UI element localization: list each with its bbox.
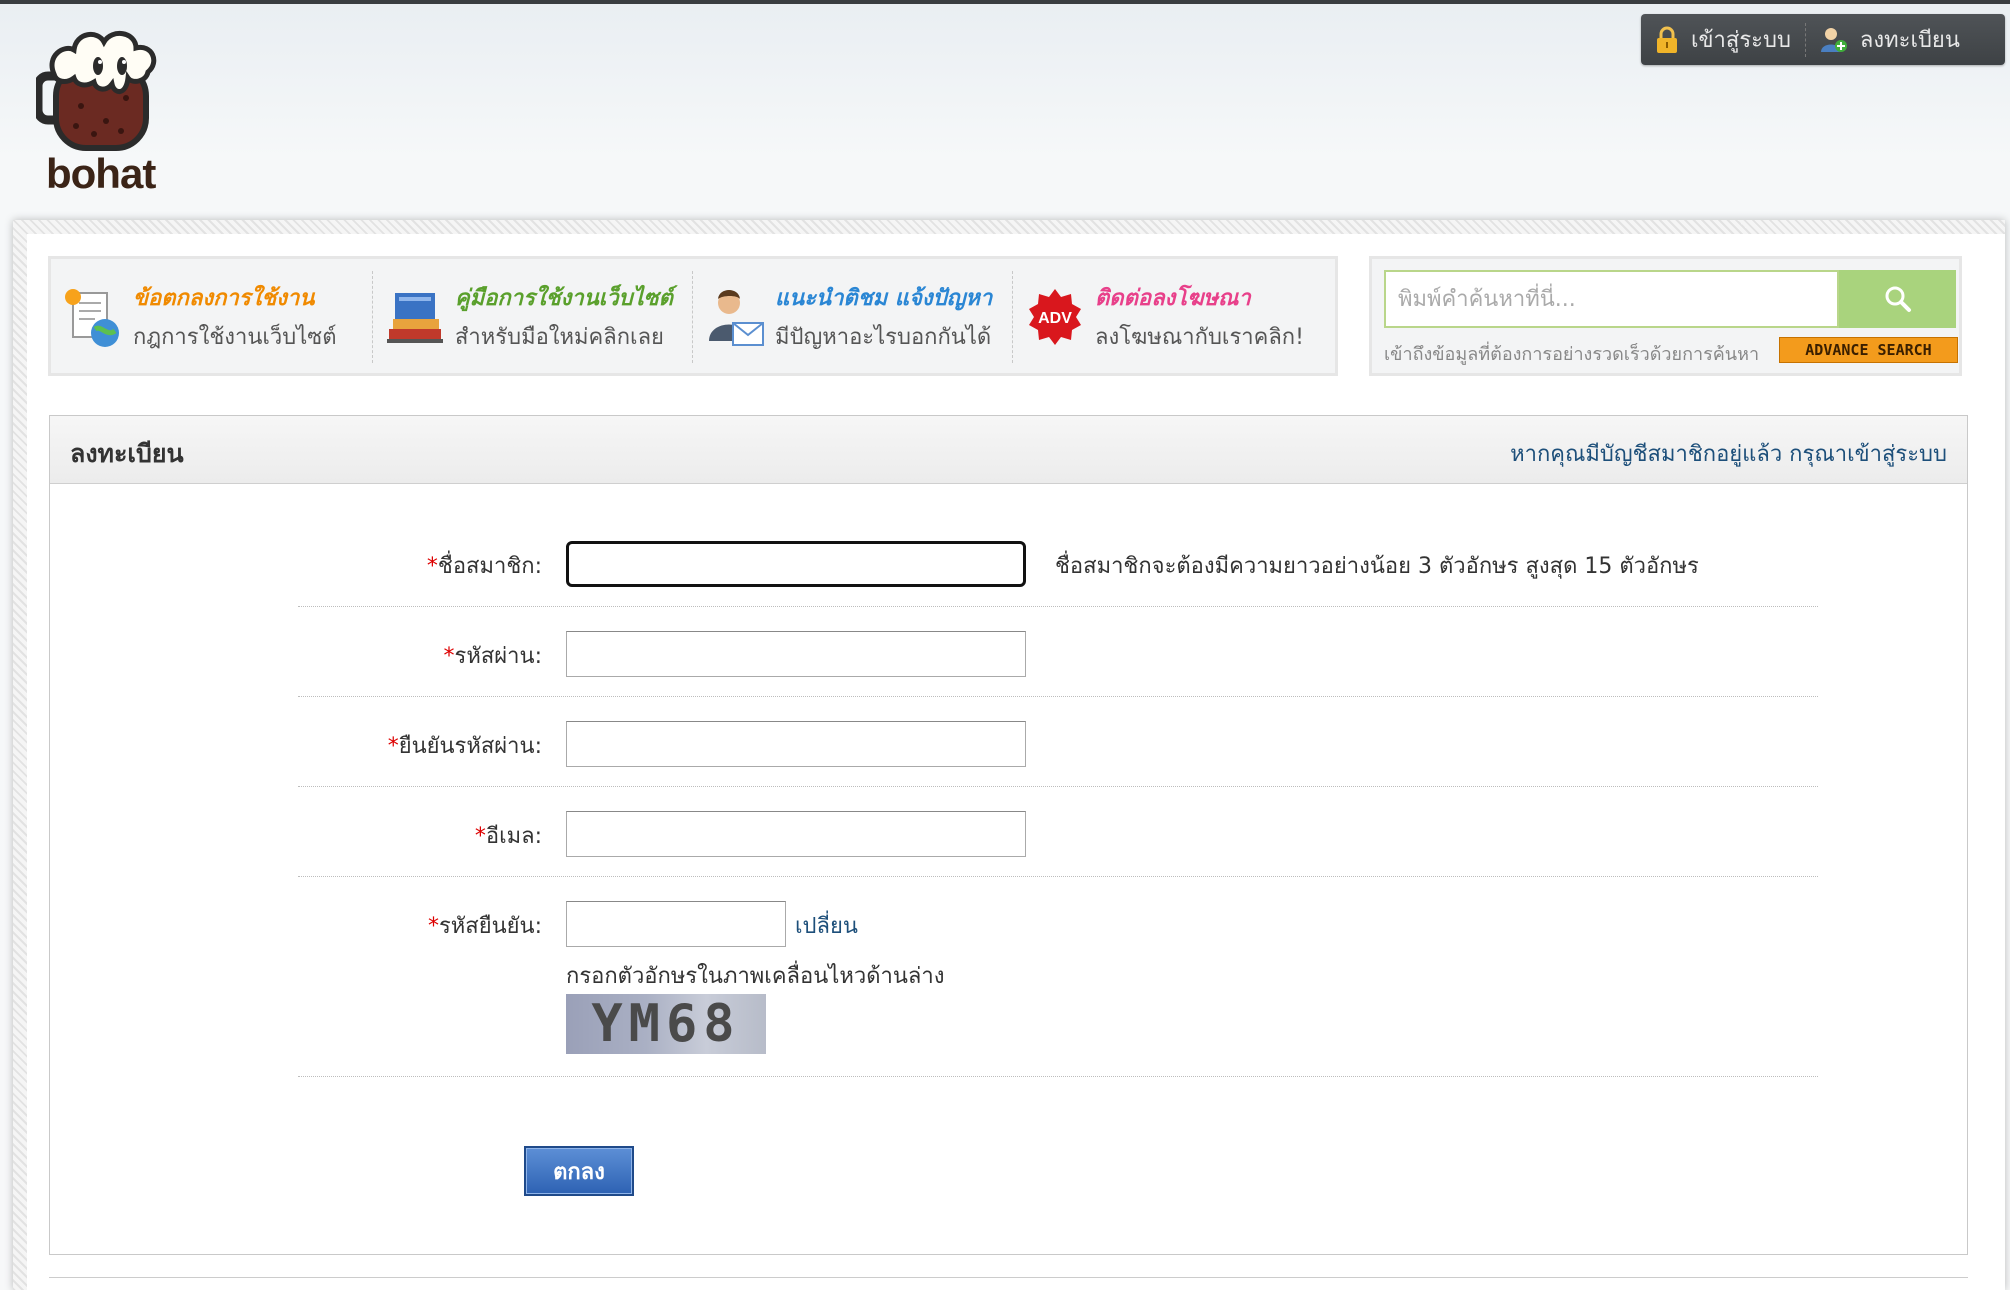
- user-bar: เข้าสู่ระบบ ลงทะเบียน: [1641, 14, 2005, 65]
- document-globe-icon: [65, 289, 119, 347]
- add-user-icon: [1820, 27, 1847, 52]
- logo-wordmark: bohat: [46, 150, 156, 197]
- required-mark: *: [427, 914, 439, 939]
- required-mark: *: [474, 824, 486, 849]
- username-input[interactable]: [566, 541, 1026, 587]
- nav-divider: [372, 271, 373, 363]
- bohat-logo[interactable]: bohat: [33, 26, 176, 197]
- login-button[interactable]: เข้าสู่ระบบ: [1641, 14, 1805, 65]
- search-help-text: เข้าถึงข้อมูลที่ต้องการอย่างรวดเร็วด้วยก…: [1384, 344, 1760, 365]
- nav-terms-title: ข้อตกลงการใช้งาน: [133, 286, 315, 311]
- captcha-image: YM68: [566, 994, 766, 1054]
- username-hint: ชื่อสมาชิกจะต้องมีความยาวอย่างน้อย 3 ตัว…: [1055, 554, 1699, 579]
- captcha-row: *รหัสยืนยัน: เปลี่ยน กรอกตัวอักษรในภาพเค…: [298, 876, 1818, 1077]
- nav-advertise-subtitle: ลงโฆษณากับเราคลิก!: [1095, 325, 1304, 350]
- password-input[interactable]: [566, 631, 1026, 677]
- nav-guide-subtitle: สำหรับมือใหม่คลิกเลย: [455, 325, 664, 350]
- nav-feedback-title: แนะนำติชม แจ้งปัญหา: [775, 286, 993, 311]
- login-label: เข้าสู่ระบบ: [1691, 28, 1791, 53]
- search-button[interactable]: [1839, 270, 1956, 328]
- password-label: *รหัสผ่าน:: [443, 644, 542, 669]
- panel-header: ลงทะเบียน หากคุณมีบัญชีสมาชิกอยู่แล้ว กร…: [50, 416, 1967, 484]
- page-title: ลงทะเบียน: [70, 439, 184, 468]
- captcha-label: *รหัสยืนยัน:: [427, 914, 542, 939]
- nav-feedback-subtitle: มีปัญหาอะไรบอกกันได้: [775, 325, 992, 350]
- nav-shortcuts: ข้อตกลงการใช้งาน กฎการใช้งานเว็บไซต์ คู่…: [48, 256, 1338, 376]
- books-icon: [387, 293, 443, 343]
- register-label: ลงทะเบียน: [1859, 28, 1960, 53]
- support-mail-icon: [709, 290, 764, 346]
- nav-advertise[interactable]: ADV ติดต่อลงโฆษณา ลงโฆษณากับเราคลิก!: [1025, 269, 1304, 365]
- nav-feedback[interactable]: แนะนำติชม แจ้งปัญหา มีปัญหาอะไรบอกกันได้: [705, 269, 992, 365]
- adv-badge-icon: ADV: [1029, 289, 1081, 345]
- search-box: เข้าถึงข้อมูลที่ต้องการอย่างรวดเร็วด้วยก…: [1369, 256, 1962, 376]
- nav-guide-title: คู่มือการใช้งานเว็บไซต์: [455, 286, 673, 311]
- password-row: *รหัสผ่าน:: [298, 606, 1818, 697]
- search-input[interactable]: [1384, 270, 1839, 328]
- beer-mug-icon: [33, 31, 157, 151]
- username-label: *ชื่อสมาชิก:: [426, 554, 542, 579]
- required-mark: *: [387, 734, 399, 759]
- captcha-hint: กรอกตัวอักษรในภาพเคลื่อนไหวด้านล่าง: [566, 964, 945, 989]
- submit-button[interactable]: ตกลง: [524, 1146, 634, 1196]
- required-mark: *: [443, 644, 455, 669]
- nav-divider: [1012, 271, 1013, 363]
- email-row: *อีเมล:: [298, 786, 1818, 877]
- login-link[interactable]: หากคุณมีบัญชีสมาชิกอยู่แล้ว กรุณาเข้าสู่…: [1510, 436, 1947, 471]
- register-panel: ลงทะเบียน หากคุณมีบัญชีสมาชิกอยู่แล้ว กร…: [49, 415, 1968, 1255]
- required-mark: *: [426, 554, 438, 579]
- confirm-password-row: *ยืนยันรหัสผ่าน:: [298, 696, 1818, 787]
- email-label: *อีเมล:: [474, 824, 542, 849]
- nav-terms[interactable]: ข้อตกลงการใช้งาน กฎการใช้งานเว็บไซต์: [63, 269, 337, 365]
- top-border: [0, 0, 2010, 4]
- nav-guide[interactable]: คู่มือการใช้งานเว็บไซต์ สำหรับมือใหม่คลิ…: [385, 269, 673, 365]
- register-button[interactable]: ลงทะเบียน: [1806, 14, 1974, 65]
- confirm-password-label: *ยืนยันรหัสผ่าน:: [387, 734, 542, 759]
- captcha-change-link[interactable]: เปลี่ยน: [795, 908, 858, 943]
- lock-icon: [1657, 26, 1677, 53]
- adv-badge-text: ADV: [1038, 310, 1072, 327]
- nav-divider: [692, 271, 693, 363]
- nav-advertise-title: ติดต่อลงโฆษณา: [1095, 286, 1251, 311]
- username-row: *ชื่อสมาชิก: ชื่อสมาชิกจะต้องมีความยาวอย…: [298, 506, 1818, 607]
- confirm-password-input[interactable]: [566, 721, 1026, 767]
- search-icon: [1885, 286, 1911, 312]
- bottom-divider: [49, 1277, 1968, 1278]
- nav-terms-subtitle: กฎการใช้งานเว็บไซต์: [133, 325, 337, 350]
- email-input[interactable]: [566, 811, 1026, 857]
- captcha-input[interactable]: [566, 901, 786, 947]
- advance-search-button[interactable]: ADVANCE SEARCH: [1779, 337, 1958, 363]
